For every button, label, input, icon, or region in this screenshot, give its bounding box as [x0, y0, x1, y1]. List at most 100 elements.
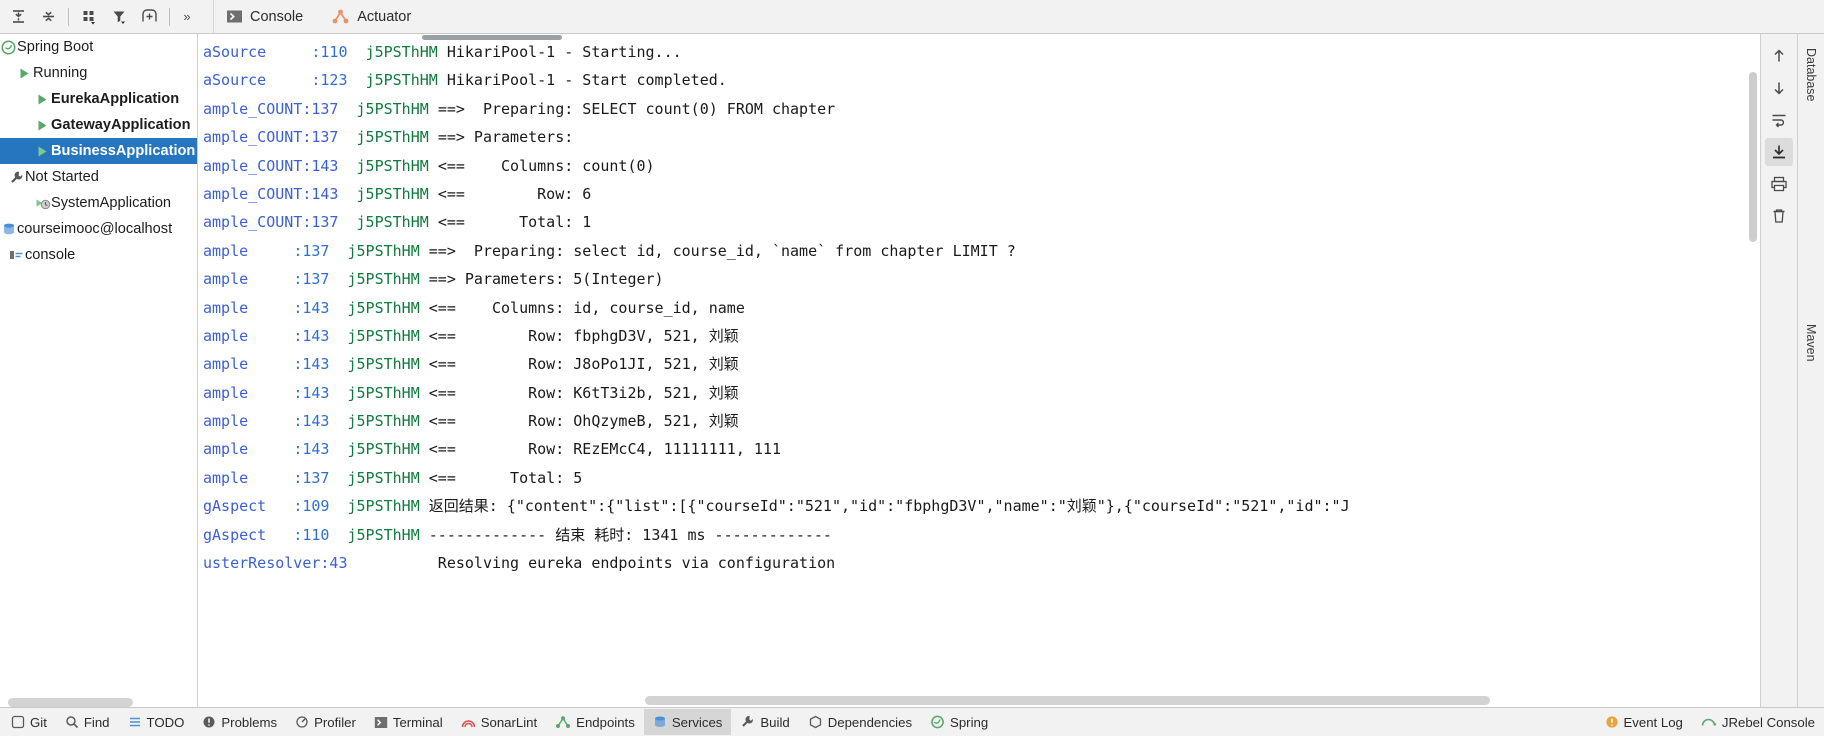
- sidebar-item-spring-boot[interactable]: Spring Boot: [0, 34, 197, 60]
- log-lineno: :110: [311, 43, 348, 61]
- log-lineno: :123: [311, 71, 348, 90]
- log-line: ample :137 j5PSThHM ==> Preparing: selec…: [198, 237, 1746, 265]
- sidebar-item-eurekaapplication[interactable]: EurekaApplication: [0, 86, 197, 112]
- log-thread: j5PSThHM: [356, 213, 429, 232]
- log-lineno: :143: [293, 412, 330, 431]
- log-thread: j5PSThHM: [347, 383, 420, 402]
- collapse-all-icon[interactable]: [34, 4, 62, 30]
- status-item-dependencies[interactable]: Dependencies: [799, 709, 921, 735]
- soft-wrap-icon[interactable]: [1765, 106, 1793, 134]
- content-tabs: Console Actuator: [214, 0, 1824, 33]
- db-console-icon: [8, 248, 25, 262]
- status-item-profiler[interactable]: Profiler: [286, 709, 365, 735]
- profiler-icon: [295, 715, 309, 729]
- log-lineno: :143: [293, 355, 330, 374]
- print-icon[interactable]: [1765, 170, 1793, 198]
- log-source: ample_COUNT:137: [203, 99, 339, 118]
- status-item-find[interactable]: Find: [56, 709, 119, 735]
- log-source: ample: [203, 440, 249, 459]
- log-line: ample :143 j5PSThHM <== Columns: id, cou…: [198, 294, 1746, 322]
- log-lineno: :143: [293, 298, 330, 317]
- status-item-event-log[interactable]: Event Log: [1596, 709, 1692, 735]
- sidebar-item-console[interactable]: console: [0, 242, 197, 268]
- git-icon: [11, 715, 25, 729]
- log-message: ==> Parameters:: [437, 128, 574, 147]
- status-item-jrebel-console[interactable]: JRebel Console: [1692, 709, 1824, 735]
- log-source: ample_COUNT:137: [203, 213, 339, 232]
- top-toolbar: » Console Actuator: [0, 0, 1824, 34]
- vertical-tab-maven[interactable]: Maven: [1804, 324, 1818, 362]
- log-message: <== Total: 1: [437, 213, 592, 232]
- not-started-icon: [34, 196, 51, 211]
- scroll-up-icon[interactable]: [1765, 42, 1793, 70]
- status-item-problems[interactable]: Problems: [193, 709, 286, 735]
- log-line: ample :143 j5PSThHM <== Row: fbphgD3V, 5…: [198, 322, 1746, 350]
- scroll-down-icon[interactable]: [1765, 74, 1793, 102]
- log-message: <== Columns: id, course_id, name: [428, 298, 745, 317]
- status-item-todo[interactable]: TODO: [119, 709, 194, 735]
- log-message: <== Total: 5: [428, 468, 583, 487]
- status-item-label: Terminal: [392, 714, 443, 730]
- run-arrow-icon: [34, 93, 51, 106]
- log-thread: j5PSThHM: [347, 468, 420, 487]
- sidebar-label: SystemApplication: [51, 195, 172, 211]
- main-area: Spring Boot Running EurekaApplication Ga…: [0, 34, 1824, 707]
- log-source: ample: [203, 383, 249, 402]
- status-item-label: Git: [30, 714, 47, 730]
- status-item-git[interactable]: Git: [2, 709, 56, 735]
- log-thread: j5PSThHM: [347, 326, 420, 345]
- console-output[interactable]: aSource :110 j5PSThHM HikariPool-1 - Sta…: [198, 34, 1746, 695]
- log-lineno: :143: [293, 326, 330, 345]
- status-item-label: Event Log: [1623, 714, 1683, 730]
- console-vertical-scrollbar[interactable]: [1749, 72, 1757, 242]
- log-thread: j5PSThHM: [356, 156, 429, 175]
- sidebar-item-businessapplication[interactable]: BusinessApplication: [0, 138, 197, 164]
- run-arrow-icon: [34, 145, 51, 158]
- sidebar-label: courseimooc@localhost: [17, 221, 173, 237]
- log-line: gAspect :109 j5PSThHM 返回结果: {"content":{…: [198, 492, 1746, 520]
- sidebar-label: console: [25, 247, 76, 263]
- status-item-services[interactable]: Services: [643, 709, 732, 735]
- log-lineno: :109: [293, 497, 330, 516]
- sidebar-item-running[interactable]: Running: [0, 60, 197, 86]
- filter-icon[interactable]: [105, 4, 133, 30]
- trash-icon[interactable]: [1765, 202, 1793, 230]
- sidebar-item-not-started[interactable]: Not Started: [0, 164, 197, 190]
- toolbar-more-button[interactable]: »: [176, 4, 198, 30]
- console-horizontal-scrollbar[interactable]: [645, 696, 1490, 705]
- sidebar-item-systemapplication[interactable]: SystemApplication: [0, 190, 197, 216]
- log-lineno: :143: [293, 383, 330, 402]
- status-item-sonarlint[interactable]: SonarLint: [452, 709, 546, 735]
- status-item-spring[interactable]: Spring: [921, 709, 997, 735]
- log-source: ample: [203, 270, 249, 289]
- status-item-build[interactable]: Build: [731, 709, 798, 735]
- sidebar-horizontal-scrollbar[interactable]: [8, 698, 133, 707]
- log-lineno: :143: [293, 440, 330, 459]
- log-thread: j5PSThHM: [356, 99, 429, 118]
- sidebar-label: Spring Boot: [17, 39, 94, 55]
- log-message: ==> Preparing: SELECT count(0) FROM chap…: [437, 99, 836, 118]
- log-source: ample_COUNT:137: [203, 128, 339, 147]
- toolbar-divider-2: [169, 7, 170, 26]
- log-message: ------------- 结束 耗时: 1341 ms -----------…: [428, 525, 832, 544]
- status-item-terminal[interactable]: Terminal: [365, 709, 452, 735]
- scroll-to-end-icon[interactable]: [1765, 138, 1793, 166]
- status-item-label: Build: [760, 714, 790, 730]
- services-toolbar: »: [0, 0, 214, 33]
- log-message: <== Row: fbphgD3V, 521, 刘颖: [428, 326, 739, 345]
- log-source: ample: [203, 298, 249, 317]
- group-by-icon[interactable]: [75, 4, 103, 30]
- expand-all-icon[interactable]: [4, 4, 32, 30]
- tab-console[interactable]: Console: [214, 0, 320, 33]
- tab-actuator[interactable]: Actuator: [319, 0, 427, 33]
- wrench-icon: [8, 170, 25, 185]
- vertical-tab-database[interactable]: Database: [1804, 48, 1818, 102]
- status-item-endpoints[interactable]: Endpoints: [546, 709, 644, 735]
- services-tool-window: » Console Actuator Spring Boot Running E…: [0, 0, 1824, 736]
- add-service-icon[interactable]: [135, 4, 163, 30]
- log-message: HikariPool-1 - Start completed.: [446, 71, 727, 90]
- sidebar-item-courseimooc-localhost[interactable]: courseimooc@localhost: [0, 216, 197, 242]
- log-source: ample: [203, 412, 249, 431]
- sidebar-item-gatewayapplication[interactable]: GatewayApplication: [0, 112, 197, 138]
- log-line: usterResolver:43 Resolving eureka endpoi…: [198, 549, 1746, 577]
